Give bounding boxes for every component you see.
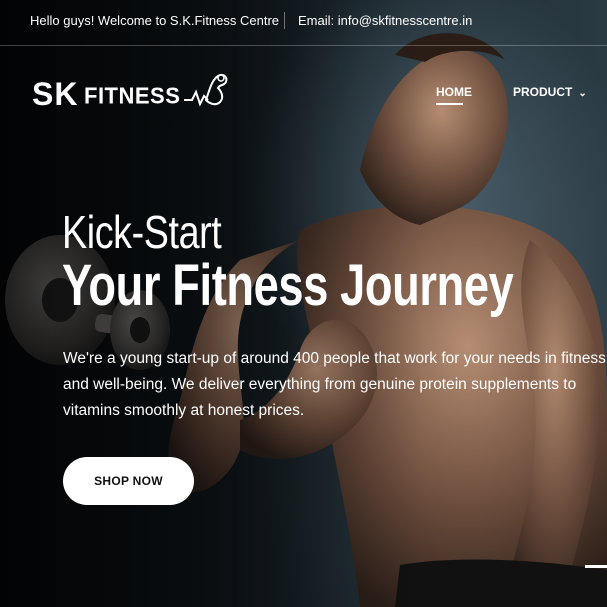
nav-home-label: HOME bbox=[436, 85, 472, 99]
email-link[interactable]: Email: info@skfitnesscentre.in bbox=[298, 13, 472, 28]
nav-home[interactable]: HOME bbox=[436, 85, 472, 105]
slider-indicator[interactable] bbox=[585, 565, 607, 568]
topbar-divider bbox=[284, 12, 285, 29]
hero-description-line: vitamins smoothly at honest prices. bbox=[63, 402, 305, 419]
nav-active-underline bbox=[436, 103, 463, 105]
shop-now-button[interactable]: SHOP NOW bbox=[63, 457, 194, 505]
welcome-text: Hello guys! Welcome to S.K.Fitness Centr… bbox=[30, 13, 280, 28]
nav-product[interactable]: PRODUCT ⌄ bbox=[513, 85, 587, 99]
chevron-down-icon: ⌄ bbox=[578, 88, 587, 99]
nav-product-label: PRODUCT bbox=[513, 85, 573, 99]
flexed-arm-icon bbox=[184, 73, 228, 107]
hero-title-line2: Your Fitness Journey bbox=[62, 253, 514, 318]
hero-title-line1: Kick-Start bbox=[62, 206, 222, 258]
hero-description-line: We're a young start-up of around 400 peo… bbox=[63, 350, 606, 367]
top-bar: Hello guys! Welcome to S.K.Fitness Centr… bbox=[0, 0, 607, 46]
logo-sk-text: SK bbox=[32, 76, 79, 112]
hero-description-line: and well-being. We deliver everything fr… bbox=[63, 376, 577, 393]
hero-description: We're a young start-up of around 400 peo… bbox=[63, 346, 607, 424]
logo-fitness-text: FITNESS bbox=[84, 82, 181, 109]
